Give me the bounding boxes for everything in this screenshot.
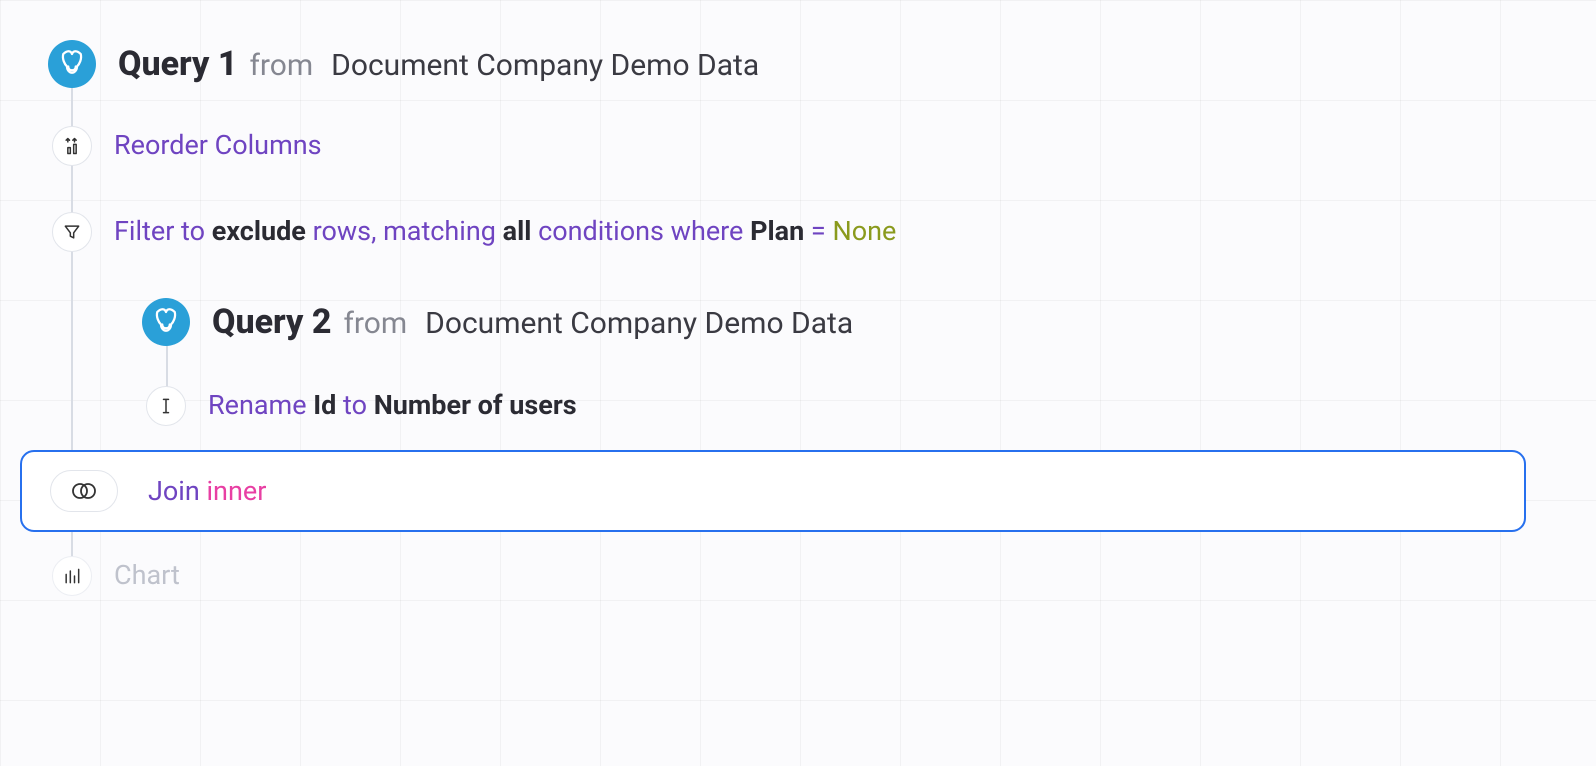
- join-type: inner: [206, 475, 266, 507]
- join-label: Join: [148, 475, 206, 507]
- query1-title: Query 1: [118, 44, 237, 84]
- reorder-icon: [52, 126, 92, 166]
- rename-icon: [146, 386, 186, 426]
- query2-from-label: from: [343, 306, 407, 341]
- step-reorder-columns[interactable]: Reorder Columns: [52, 126, 322, 166]
- query1-header[interactable]: Query 1 from Document Company Demo Data: [48, 40, 759, 88]
- rename-from: Id: [313, 389, 336, 421]
- chart-icon: [52, 556, 92, 596]
- query-pipeline-canvas: Query 1 from Document Company Demo Data …: [0, 0, 1596, 766]
- step-join[interactable]: Join inner: [20, 450, 1526, 532]
- filter-icon: [52, 212, 92, 252]
- step-filter[interactable]: Filter to exclude rows, matching all con…: [52, 212, 896, 252]
- postgres-icon: [48, 40, 96, 88]
- query2-source: Document Company Demo Data: [425, 306, 853, 341]
- join-icon: [50, 470, 118, 512]
- query1-source: Document Company Demo Data: [331, 48, 759, 83]
- step-rename[interactable]: Rename Id to Number of users: [146, 386, 577, 426]
- chart-label: Chart: [114, 558, 180, 593]
- filter-value: None: [832, 215, 896, 247]
- filter-column: Plan: [750, 215, 804, 247]
- filter-eq: =: [804, 215, 832, 247]
- rename-prefix: Rename: [208, 389, 313, 421]
- filter-prefix: Filter to: [114, 215, 212, 247]
- query1-from-label: from: [249, 48, 313, 83]
- filter-mid1: rows, matching: [306, 215, 503, 247]
- query2-title: Query 2: [212, 302, 331, 342]
- reorder-label: Reorder Columns: [114, 128, 322, 163]
- filter-mid2: conditions where: [531, 215, 750, 247]
- filter-match: all: [503, 215, 532, 247]
- filter-mode: exclude: [212, 215, 306, 247]
- query2-header[interactable]: Query 2 from Document Company Demo Data: [142, 298, 853, 346]
- postgres-icon: [142, 298, 190, 346]
- rename-to: Number of users: [374, 389, 577, 421]
- step-chart[interactable]: Chart: [52, 556, 180, 596]
- rename-mid: to: [336, 389, 373, 421]
